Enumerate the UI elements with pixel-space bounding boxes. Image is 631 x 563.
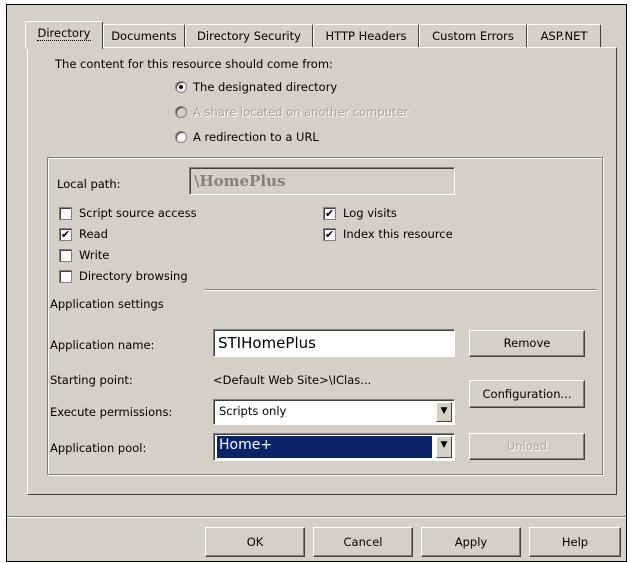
log-visits-label[interactable]: Log visits bbox=[343, 206, 397, 220]
content-source-heading: The content for this resource should com… bbox=[55, 57, 333, 71]
app-pool-value: Home+ bbox=[217, 436, 432, 458]
tab-directory[interactable]: Directory bbox=[25, 21, 103, 49]
tab-custom-errors[interactable]: Custom Errors bbox=[419, 24, 527, 48]
check-icon: ✔ bbox=[60, 228, 71, 241]
check-icon: ✔ bbox=[324, 207, 335, 220]
app-pool-label: Application pool: bbox=[50, 441, 147, 455]
apply-button[interactable]: Apply bbox=[421, 527, 521, 557]
index-resource-checkbox[interactable]: ✔ bbox=[323, 228, 336, 241]
tab-http-headers[interactable]: HTTP Headers bbox=[313, 24, 419, 48]
tab-aspnet[interactable]: ASP.NET bbox=[527, 24, 601, 48]
script-source-access-label[interactable]: Script source access bbox=[79, 206, 197, 220]
cancel-button[interactable]: Cancel bbox=[313, 527, 413, 557]
local-path-field: \HomePlus bbox=[189, 167, 455, 195]
dropdown-arrow-icon[interactable]: ▼ bbox=[436, 436, 452, 458]
app-name-input[interactable]: STIHomePlus bbox=[213, 329, 455, 357]
tab-documents[interactable]: Documents bbox=[103, 24, 185, 48]
directory-browsing-checkbox[interactable] bbox=[59, 270, 72, 283]
app-settings-divider bbox=[205, 289, 597, 291]
execute-permissions-value: Scripts only bbox=[219, 404, 287, 418]
script-source-access-checkbox[interactable] bbox=[59, 207, 72, 220]
log-visits-checkbox[interactable]: ✔ bbox=[323, 207, 336, 220]
radio-network-share bbox=[175, 106, 187, 118]
app-pool-select[interactable]: Home+ ▼ bbox=[213, 433, 455, 461]
write-label[interactable]: Write bbox=[79, 248, 109, 262]
radio-network-share-label: A share located on another computer bbox=[193, 105, 409, 119]
help-button[interactable]: Help bbox=[529, 527, 621, 557]
properties-dialog: Directory Documents Directory Security H… bbox=[6, 4, 627, 562]
remove-button[interactable]: Remove bbox=[469, 330, 585, 357]
settings-group bbox=[47, 157, 603, 475]
dropdown-arrow-icon[interactable]: ▼ bbox=[436, 402, 452, 422]
check-icon: ✔ bbox=[324, 228, 335, 241]
app-settings-heading: Application settings bbox=[50, 297, 164, 311]
index-resource-label[interactable]: Index this resource bbox=[343, 227, 453, 241]
configuration-button[interactable]: Configuration... bbox=[469, 380, 585, 408]
read-checkbox[interactable]: ✔ bbox=[59, 228, 72, 241]
app-name-label: Application name: bbox=[50, 338, 155, 352]
starting-point-label: Starting point: bbox=[50, 373, 133, 387]
radio-designated-directory[interactable] bbox=[175, 81, 187, 93]
ok-button[interactable]: OK bbox=[205, 527, 305, 557]
write-checkbox[interactable] bbox=[59, 249, 72, 262]
footer-divider bbox=[7, 516, 626, 518]
execute-permissions-label: Execute permissions: bbox=[50, 405, 173, 419]
radio-url-redirection-label[interactable]: A redirection to a URL bbox=[193, 130, 319, 144]
directory-browsing-label[interactable]: Directory browsing bbox=[79, 269, 188, 283]
local-path-label: Local path: bbox=[57, 177, 121, 191]
radio-url-redirection[interactable] bbox=[175, 131, 187, 143]
execute-permissions-select[interactable]: Scripts only ▼ bbox=[213, 399, 455, 425]
tab-directory-security[interactable]: Directory Security bbox=[185, 24, 313, 48]
unload-button: Unload bbox=[469, 433, 585, 460]
starting-point-value: <Default Web Site>\IClas... bbox=[213, 373, 372, 387]
radio-designated-directory-label[interactable]: The designated directory bbox=[193, 80, 337, 94]
read-label[interactable]: Read bbox=[79, 227, 108, 241]
